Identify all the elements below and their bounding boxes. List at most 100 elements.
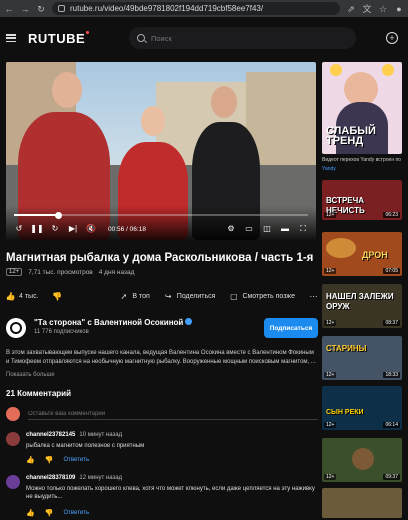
bookmark-icon[interactable]: ☆ — [378, 4, 388, 14]
rocket-icon: ➚ — [120, 291, 128, 301]
progress-handle[interactable] — [54, 211, 62, 219]
recommended-video[interactable]: НАШЕЛ ЗАЛЕЖИ ОРУЖ 12+ 08:37 — [322, 284, 402, 328]
video-title: Магнитная рыбалка у дома Раскольникова /… — [6, 252, 314, 264]
comments-heading: 21 Комментарий — [6, 389, 71, 398]
bookmark-outline-icon: ▢ — [230, 291, 238, 301]
comment-header: channel23782145 10 минут назад — [26, 432, 122, 438]
channel-name[interactable]: "Та сторона" с Валентиной Осокиной — [34, 318, 193, 327]
browser-toolbar: ← → ↻ rutube.ru/video/49bde9781802f194dd… — [0, 0, 408, 17]
next-icon[interactable]: ▶| — [68, 224, 78, 234]
age-badge: 12+ — [324, 422, 337, 428]
comment-author[interactable]: channel23782145 — [26, 432, 75, 438]
more-actions-button[interactable]: ⋯ — [309, 292, 318, 301]
ad-thumbnail: СЛАБЫЙ ТРЕНД — [322, 62, 402, 154]
share-label: Поделиться — [176, 292, 216, 300]
miniplayer-icon[interactable]: ◫ — [262, 224, 272, 234]
age-badge: 12+ — [324, 372, 337, 378]
comment-text: рыбалка с магнитом полезное с приятным — [26, 443, 145, 449]
thumbs-down-icon[interactable]: 👎 — [45, 456, 54, 464]
recommended-video[interactable]: СТАРИНЫ 12+ 18:33 — [322, 336, 402, 380]
age-badge: 12+ — [324, 268, 337, 274]
logo-text: RUTUBE — [28, 30, 86, 46]
back-icon[interactable]: ← — [4, 4, 14, 14]
address-bar[interactable]: rutube.ru/video/49bde9781802f194dd719cbf… — [52, 2, 340, 15]
thumbs-up-icon[interactable]: 👍 — [26, 509, 35, 517]
rewind-icon[interactable]: ↺ — [14, 224, 24, 234]
avatar — [6, 407, 20, 421]
recommended-video[interactable]: 12+ 09:37 — [322, 438, 402, 482]
comment-time: 10 минут назад — [79, 432, 123, 438]
ad-brand[interactable]: Yandy — [322, 166, 336, 172]
video-thumbnail: ДРОН 12+ 07:05 — [322, 232, 402, 276]
forward-icon[interactable]: → — [20, 4, 30, 14]
channel-avatar[interactable] — [6, 318, 26, 338]
comment-text: Можно только пожелать хорошего клева, хо… — [26, 486, 315, 500]
reply-link[interactable]: Ответить — [63, 457, 89, 463]
channel-row: "Та сторона" с Валентиной Осокиной 11 77… — [6, 317, 318, 339]
translate-icon[interactable]: 文 — [362, 4, 372, 14]
recommended-video[interactable]: ДРОН 12+ 07:05 — [322, 232, 402, 276]
comment-time: 12 минут назад — [79, 475, 123, 481]
progress-bar[interactable] — [14, 211, 308, 219]
pause-icon[interactable]: ❚❚ — [30, 224, 43, 234]
rutube-logo[interactable]: RUTUBE — [28, 30, 90, 46]
like-button[interactable]: 👍 4 тыс. — [6, 292, 39, 301]
comment-header: channel28378109 12 минут назад — [26, 475, 122, 481]
verified-icon — [185, 318, 193, 326]
cast-icon[interactable]: ▭ — [244, 224, 254, 234]
watch-later-button[interactable]: ▢ Смотреть позже — [229, 292, 295, 301]
search-input[interactable] — [151, 33, 331, 43]
search-box[interactable] — [129, 27, 356, 49]
ad-card[interactable]: СЛАБЫЙ ТРЕНД Видеот перехов Yandy встрое… — [322, 62, 402, 174]
thumbnail-title: НАШЕЛ ЗАЛЕЖИ ОРУЖ — [326, 292, 394, 311]
watch-later-label: Смотреть позже — [242, 292, 295, 300]
fullscreen-icon[interactable]: ⛶ — [298, 224, 308, 234]
dislike-button[interactable]: 👎 — [52, 292, 62, 301]
channel-name-text: "Та сторона" с Валентиной Осокиной — [34, 318, 184, 327]
lock-icon — [58, 5, 65, 12]
reload-icon[interactable]: ↻ — [36, 4, 46, 14]
video-player[interactable]: ↺ ❚❚ ↻ ▶| 🔇 00:56 / 06:18 ⚙ ▭ ◫ ▬ ⛶ — [6, 62, 316, 240]
theater-icon[interactable]: ▬ — [280, 224, 290, 234]
recommended-video[interactable]: СЫН РЕКИ 12+ 06:14 — [322, 386, 402, 430]
recommended-video[interactable]: ВСТРЕЧА НЕЧИСТЬ 12+ 06:23 — [322, 180, 402, 220]
profile-icon[interactable]: ● — [394, 4, 404, 14]
thumbnail-title: СТАРИНЫ — [326, 344, 367, 353]
search-icon — [137, 34, 145, 42]
volume-mute-icon[interactable]: 🔇 — [86, 224, 96, 234]
recommended-video[interactable] — [322, 488, 402, 518]
more-icon: ⋯ — [309, 291, 318, 301]
share-button[interactable]: ↪ Поделиться — [164, 292, 216, 301]
age-badge: 12+ — [324, 474, 337, 480]
post-date: 4 дня назад — [98, 268, 135, 276]
video-thumbnail: 12+ 09:37 — [322, 438, 402, 482]
show-more-link[interactable]: Показать больше — [6, 372, 55, 378]
upload-icon[interactable]: + — [386, 32, 398, 44]
subscriber-count: 11 776 подписчиков — [34, 329, 89, 335]
comment-item: channel28378109 12 минут назад Можно толь… — [6, 475, 318, 519]
thumbs-down-icon[interactable]: 👎 — [45, 509, 54, 517]
video-thumbnail: ВСТРЕЧА НЕЧИСТЬ 12+ 06:23 — [322, 180, 402, 220]
duration-badge: 09:37 — [383, 474, 400, 480]
thumbs-up-icon: 👍 — [5, 291, 16, 301]
gear-icon[interactable]: ⚙ — [226, 224, 236, 234]
add-comment-row — [6, 406, 318, 422]
menu-icon[interactable] — [6, 34, 16, 42]
comment-avatar — [6, 432, 20, 446]
top-button[interactable]: ➚ В топ — [119, 292, 149, 301]
top-label: В топ — [132, 292, 150, 300]
video-description: В этом захватывающем выпуске нашего кана… — [6, 350, 316, 365]
comment-input[interactable] — [28, 408, 318, 420]
progress-fill — [14, 214, 58, 216]
like-count: 4 тыс. — [19, 292, 39, 300]
comment-actions: 👍 👎 Ответить — [26, 509, 89, 517]
video-actions: 👍 4 тыс. 👎 ➚ В топ ↪ Поделиться ▢ Смотре… — [6, 289, 318, 303]
forward-skip-icon[interactable]: ↻ — [50, 224, 60, 234]
subscribe-button[interactable]: Подписаться — [264, 318, 318, 338]
age-badge: 12+ — [6, 268, 23, 276]
reply-link[interactable]: Ответить — [63, 510, 89, 516]
control-row: ↺ ❚❚ ↻ ▶| 🔇 00:56 / 06:18 ⚙ ▭ ◫ ▬ ⛶ — [14, 222, 308, 236]
share-page-icon[interactable]: ⇗ — [346, 4, 356, 14]
comment-author[interactable]: channel28378109 — [26, 475, 75, 481]
thumbs-up-icon[interactable]: 👍 — [26, 456, 35, 464]
